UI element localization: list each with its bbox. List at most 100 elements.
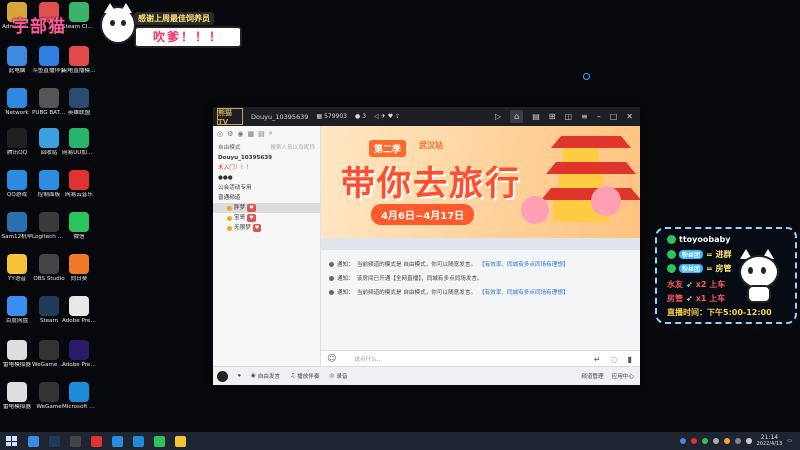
close-icon[interactable]: ✕	[626, 112, 633, 121]
desktop-shortcut[interactable]: Adobe Premie...	[62, 340, 96, 369]
desktop-shortcut[interactable]: 网易UU加速器	[62, 128, 96, 157]
desktop-shortcut-label: 向日葵	[70, 276, 88, 282]
gamepad-icon[interactable]: ⊞	[549, 112, 556, 121]
menu-icon[interactable]: ≡	[581, 112, 588, 121]
desktop-shortcut[interactable]: WeGame (2)	[32, 340, 66, 369]
desktop-shortcut[interactable]: 向日葵	[62, 254, 96, 283]
desktop-shortcut[interactable]: Adobe Premie...	[62, 296, 96, 325]
desktop-shortcut[interactable]: Sam12机早	[0, 212, 34, 241]
sidebar-line[interactable]: 普通频道	[213, 193, 320, 203]
search-icon[interactable]: ⌕	[269, 129, 273, 138]
app-icon[interactable]	[112, 435, 123, 447]
doc-icon[interactable]: ▤	[258, 130, 265, 138]
desktop-shortcut[interactable]: 闪电直播模式转换器	[62, 46, 96, 75]
user-icon[interactable]: ◉	[237, 130, 243, 138]
member-search[interactable]: 搜索人员以及昵称	[270, 143, 315, 151]
bubble-icon[interactable]: ◌	[611, 355, 618, 364]
member-item[interactable]: 宝哥 ♥	[213, 213, 320, 223]
gift-icon[interactable]: ▮	[628, 355, 632, 364]
desktop-shortcut[interactable]: Logitech G HUB	[32, 212, 66, 241]
volume-icon[interactable]	[745, 438, 752, 444]
clock[interactable]: 21:14 2022/4/13	[757, 434, 783, 448]
member-item[interactable]: 无限梦 ♥	[213, 223, 320, 233]
tray-icon[interactable]	[679, 438, 686, 444]
video-icon[interactable]: ▷	[495, 112, 501, 121]
skin-icon[interactable]: ◫	[564, 112, 572, 121]
tray-icon[interactable]	[701, 438, 708, 444]
desktop-shortcut[interactable]: 英雄联盟	[62, 88, 96, 117]
play-music-button[interactable]: ♫ 播放伴奏	[290, 372, 319, 380]
desktop-shortcut[interactable]: QQ游戏	[0, 170, 34, 199]
emoji-icon[interactable]: ☺	[327, 354, 336, 364]
desktop-shortcut[interactable]: 斗鱼直播伴侣	[32, 46, 66, 75]
mic-mode-toggle[interactable]: ⏺	[238, 373, 241, 380]
desktop-shortcut[interactable]: Microsoft Edge	[62, 382, 96, 411]
wechat-icon[interactable]	[154, 435, 165, 447]
sidebar-line[interactable]: ●●●	[213, 173, 320, 183]
edge-icon[interactable]	[133, 435, 144, 447]
tray-icon[interactable]	[690, 438, 697, 444]
tray-icon[interactable]	[723, 438, 730, 444]
channel-name[interactable]: Douyu_10395639	[213, 153, 320, 163]
desktop-shortcut[interactable]: 百度网盘	[0, 296, 34, 325]
list-icon[interactable]: ▤	[532, 112, 540, 121]
mic-button[interactable]	[217, 370, 228, 382]
maximize-icon[interactable]: □	[610, 112, 618, 121]
mode-select[interactable]: 自由模式	[218, 143, 240, 151]
desktop-shortcut[interactable]: Steam Cleaner	[62, 2, 96, 31]
desktop-shortcut[interactable]: OBS Studio	[32, 254, 66, 283]
banner-title: 带你去旅行	[341, 164, 521, 204]
desktop-shortcut[interactable]: Network	[0, 88, 34, 117]
obs-icon[interactable]	[70, 435, 81, 447]
heart-icon[interactable]: ♥	[388, 113, 393, 120]
desktop-shortcut[interactable]: 雷电模拟器	[0, 340, 34, 369]
notice-link[interactable]: 【有效率、同城有多点同场有理想】	[479, 288, 569, 296]
window-titlebar[interactable]: 熊猫TV Douyu_10395639 ▦ 579903 ● 3 ◁ ✈ ♥ ⇪…	[213, 107, 640, 126]
record-button[interactable]: ◎ 录音	[330, 372, 348, 380]
home-icon[interactable]: ⌂	[510, 110, 524, 123]
chat-input[interactable]: 说点什么...	[354, 355, 382, 363]
desktop-shortcut[interactable]: Steam	[32, 296, 66, 325]
share-icon[interactable]: ⇪	[395, 113, 400, 120]
event-banner[interactable]: 第二季 武汉站 带你去旅行 4月6日~4月17日	[321, 126, 640, 250]
desktop-shortcut-label: Steam Cleaner	[62, 24, 96, 30]
explorer-icon[interactable]	[28, 435, 39, 447]
chat-icon[interactable]: ◎	[217, 130, 223, 138]
desktop-shortcut[interactable]: 回收站	[32, 128, 66, 157]
desktop-shortcut[interactable]: PUBG BATTLEGR...	[32, 88, 66, 117]
speaker-icon[interactable]: ◁	[374, 113, 379, 120]
desktop-shortcut[interactable]: 微信	[62, 212, 96, 241]
sidebar-line[interactable]: 公会活动专用	[213, 183, 320, 193]
steam-icon[interactable]	[49, 435, 60, 447]
desktop-shortcut[interactable]: WeGame	[32, 382, 66, 411]
desktop-shortcut[interactable]: 控制面板	[32, 170, 66, 199]
channel-manage-button[interactable]: 频道管理	[581, 372, 603, 380]
adobe-icon	[69, 296, 89, 316]
qq-icon	[7, 128, 27, 148]
grid-icon[interactable]: ▦	[248, 130, 255, 138]
notification-icon[interactable]: ▭	[787, 438, 792, 444]
network-icon[interactable]	[734, 438, 741, 444]
cat-app-icon[interactable]	[175, 435, 186, 447]
signal-icon[interactable]: ✈	[381, 113, 386, 120]
recycle-bin-icon	[39, 128, 59, 148]
start-button[interactable]	[6, 436, 18, 446]
tray-icon[interactable]	[712, 438, 719, 444]
desktop-shortcut[interactable]: YY语音	[0, 254, 34, 283]
notice-link[interactable]: 【有效率、同城有多点同场有理想】	[479, 260, 569, 268]
desktop-shortcut[interactable]: 网易云音乐	[62, 170, 96, 199]
channel-highlight[interactable]: 未入门！！！	[213, 163, 320, 173]
desktop-shortcut-label: Sam12机早	[1, 234, 33, 240]
send-icon[interactable]: ↵	[594, 355, 601, 364]
member-item[interactable]: 胖梦 ♥	[213, 203, 320, 213]
minimize-icon[interactable]: –	[597, 112, 601, 121]
premiere-icon	[69, 340, 89, 360]
music-app-icon[interactable]	[91, 435, 102, 447]
desktop-shortcut[interactable]: 腾讯QQ	[0, 128, 34, 157]
app-center-button[interactable]: 应用中心	[612, 372, 634, 380]
free-speak-button[interactable]: ◉ 自由发言	[251, 372, 280, 380]
desktop-shortcut[interactable]: 雷电模拟器	[0, 382, 34, 411]
desktop-shortcut[interactable]: 此电脑	[0, 46, 34, 75]
member-avatar-icon	[227, 215, 232, 221]
settings-icon[interactable]: ⚙	[227, 130, 233, 138]
